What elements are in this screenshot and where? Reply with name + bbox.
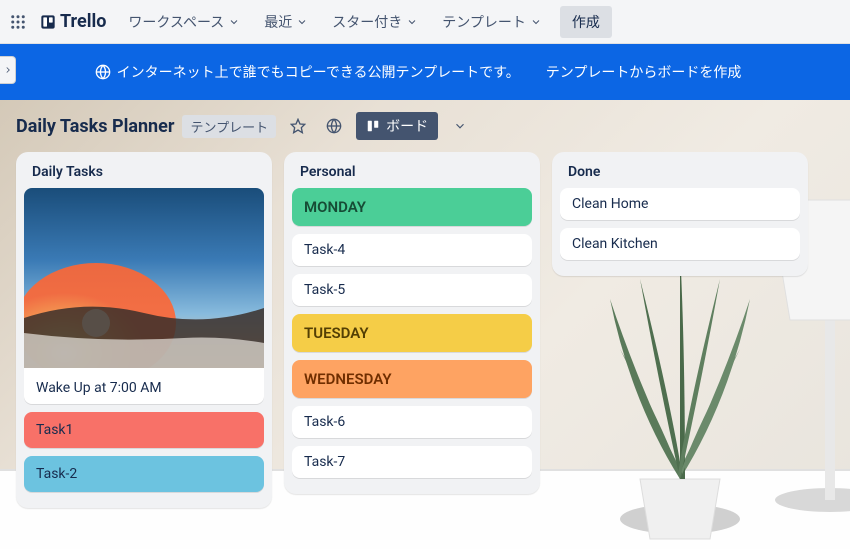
list-title[interactable]: Done [560,160,800,188]
star-button[interactable] [284,112,312,140]
view-switcher-button[interactable] [446,112,474,140]
card-title: Wake Up at 7:00 AM [24,372,264,404]
board-view-button[interactable]: ボード [356,112,438,140]
create-button[interactable]: 作成 [560,6,612,38]
list-title[interactable]: Daily Tasks [24,160,264,188]
topbar: Trello ワークスペース 最近 スター付き テンプレート 作成 [0,0,850,44]
chevron-right-icon [3,65,13,75]
chevron-down-icon [530,16,542,28]
card[interactable]: Wake Up at 7:00 AM [24,188,264,404]
card[interactable]: Task-5 [292,274,532,306]
card[interactable]: MONDAY [292,188,532,226]
nav-workspaces[interactable]: ワークスペース [118,6,250,38]
template-banner: インターネット上で誰でもコピーできる公開テンプレートです。 テンプレートからボー… [0,44,850,100]
card[interactable]: Task-7 [292,446,532,478]
expand-sidebar-button[interactable] [0,56,16,84]
card[interactable]: Task-2 [24,456,264,492]
card[interactable]: TUESDAY [292,314,532,352]
nav-templates[interactable]: テンプレート [432,6,552,38]
brand-text: Trello [60,11,106,32]
chevron-down-icon [453,119,467,133]
globe-icon [95,64,111,80]
nav-starred[interactable]: スター付き [322,6,428,38]
card[interactable]: Clean Home [560,188,800,220]
chevron-down-icon [296,16,308,28]
card[interactable]: Task-4 [292,234,532,266]
card[interactable]: Task-6 [292,406,532,438]
card[interactable]: WEDNESDAY [292,360,532,398]
card[interactable]: Clean Kitchen [560,228,800,260]
banner-message: インターネット上で誰でもコピーできる公開テンプレートです。 [117,62,520,82]
create-from-template-button[interactable]: テンプレートからボードを作成 [532,54,756,90]
card[interactable]: Task1 [24,412,264,448]
apps-menu-icon[interactable] [8,12,28,32]
nav-recent[interactable]: 最近 [254,6,318,38]
board-area: Daily Tasks Planner テンプレート ボード Daily Tas… [0,100,850,549]
card-cover-image [24,188,264,368]
list-title[interactable]: Personal [292,160,532,188]
template-badge: テンプレート [182,115,276,138]
list-personal: Personal MONDAY Task-4 Task-5 TUESDAY WE… [284,152,540,494]
visibility-button[interactable] [320,112,348,140]
star-icon [290,118,306,134]
board-canvas[interactable]: Daily Tasks Wake Up at 7:00 AM Task1 Tas… [0,152,850,508]
chevron-down-icon [228,16,240,28]
board-title[interactable]: Daily Tasks Planner [16,116,174,137]
globe-icon [326,118,342,134]
board-header: Daily Tasks Planner テンプレート ボード [0,100,850,152]
trello-logo[interactable]: Trello [32,11,114,32]
list-daily-tasks: Daily Tasks Wake Up at 7:00 AM Task1 Tas… [16,152,272,508]
board-icon [366,119,380,133]
chevron-down-icon [406,16,418,28]
list-done: Done Clean Home Clean Kitchen [552,152,808,276]
